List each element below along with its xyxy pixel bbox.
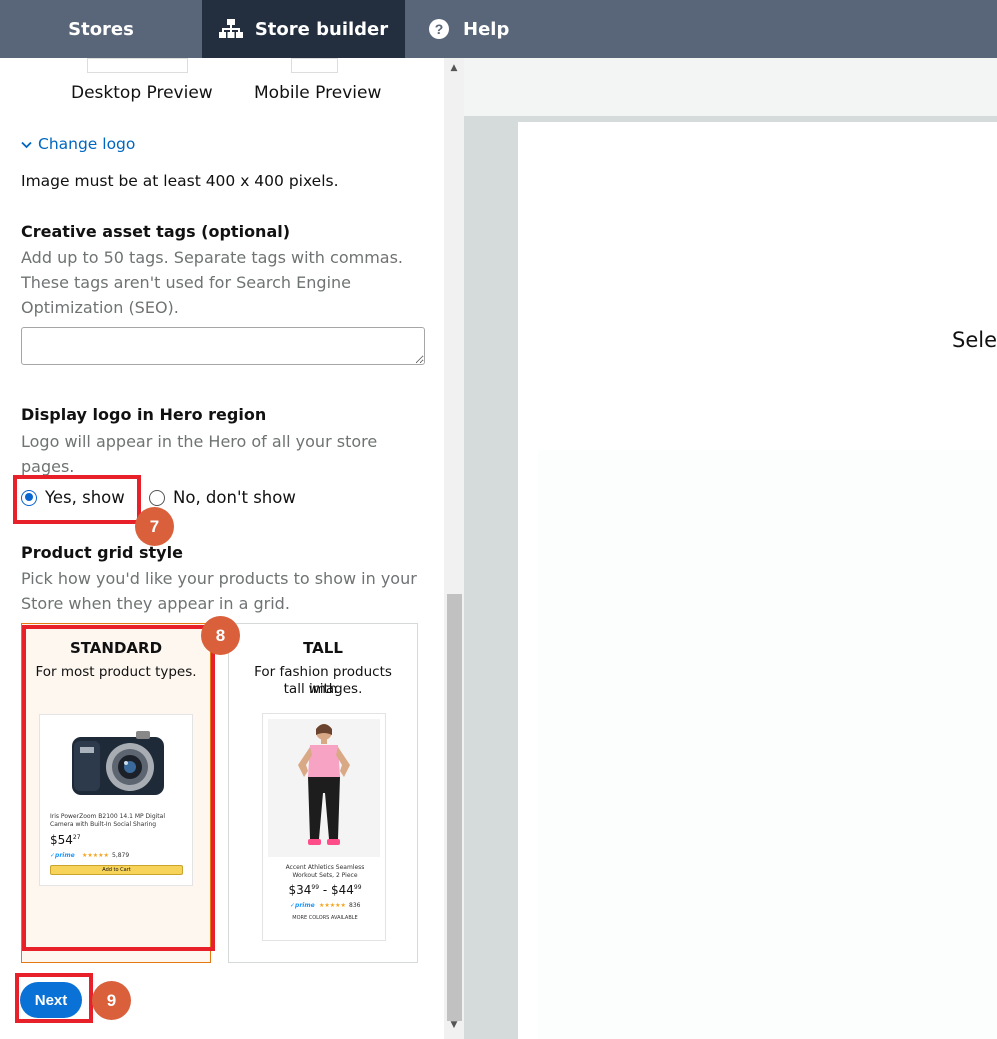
preview-toolbar xyxy=(464,58,997,116)
sitemap-icon xyxy=(218,17,243,41)
nav-tab-store-builder[interactable]: Store builder xyxy=(202,0,405,58)
annotation-badge-8: 8 xyxy=(201,616,240,655)
store-preview-pane: Sele xyxy=(464,58,997,1039)
mobile-preview-thumbnail[interactable] xyxy=(291,58,338,73)
nav-store-builder-label: Store builder xyxy=(254,18,389,40)
tall-product-name-line2: Workout Sets, 2 Piece xyxy=(292,872,358,879)
left-panel-scrollbar[interactable]: ▲ ▼ xyxy=(444,58,464,1039)
annotation-badge-7: 7 xyxy=(135,507,174,546)
desktop-preview-thumbnail[interactable] xyxy=(87,58,188,73)
hero-logo-heading: Display logo in Hero region xyxy=(21,405,267,424)
desktop-preview-label[interactable]: Desktop Preview xyxy=(71,83,213,103)
tall-card-title: TALL xyxy=(303,639,343,657)
tall-product-name-line1: Accent Athletics Seamless xyxy=(285,864,365,871)
nav-tab-stores[interactable]: Stores xyxy=(0,0,202,58)
help-icon: ? xyxy=(427,17,451,41)
scrollbar-thumb[interactable] xyxy=(447,594,462,1021)
creative-asset-tags-input[interactable] xyxy=(21,327,425,365)
tall-rating-count: 836 xyxy=(349,902,361,909)
tall-price-to-cents: 99 xyxy=(353,884,362,891)
preview-partial-text: Sele xyxy=(952,328,997,352)
store-settings-panel: Desktop Preview Mobile Preview Change lo… xyxy=(0,58,444,1039)
tall-price-to: - $44 xyxy=(319,883,354,897)
nav-stores-label: Stores xyxy=(68,18,134,40)
grid-style-tall-card[interactable]: TALL For fashion products with tall imag… xyxy=(228,623,418,963)
logo-requirement-text: Image must be at least 400 x 400 pixels. xyxy=(21,172,339,190)
nav-help-label: Help xyxy=(463,18,510,40)
tags-help-line2: These tags aren't used for Search Engine xyxy=(21,273,351,292)
tall-more-colors: MORE COLORS AVAILABLE xyxy=(292,915,358,921)
annotation-highlight-9 xyxy=(15,973,93,1023)
radio-no-show[interactable]: No, don't show xyxy=(149,488,296,507)
change-logo-label: Change logo xyxy=(38,135,136,153)
tall-card-desc-line2: tall images. xyxy=(283,681,363,697)
radio-no-show-label: No, don't show xyxy=(173,488,296,507)
fashion-model-image xyxy=(268,719,380,857)
radio-no-show-control[interactable] xyxy=(149,489,165,506)
preview-page: Sele xyxy=(518,122,997,1039)
hero-logo-help-line1: Logo will appear in the Hero of all your… xyxy=(21,432,378,451)
tall-price-main: $34 xyxy=(288,883,312,897)
preview-page-content xyxy=(538,450,997,1039)
top-navigation: Stores Store builder ? Help xyxy=(0,0,997,58)
scroll-down-arrow-icon[interactable]: ▼ xyxy=(448,1019,460,1031)
annotation-highlight-7 xyxy=(13,475,141,524)
star-rating-icon: ★★★★★ xyxy=(319,902,346,909)
grid-style-help-line1: Pick how you'd like your products to sho… xyxy=(21,569,417,588)
tags-heading: Creative asset tags (optional) xyxy=(21,222,291,241)
grid-style-heading: Product grid style xyxy=(21,543,183,562)
nav-tab-help[interactable]: ? Help xyxy=(405,0,509,58)
tall-product-price: $3499 - $4499 xyxy=(263,883,387,897)
chevron-down-icon xyxy=(21,135,32,153)
tall-product-preview: Accent Athletics Seamless Workout Sets, … xyxy=(262,713,386,941)
tall-prime-badge: ✓prime xyxy=(290,902,315,909)
tall-price-cents: 99 xyxy=(311,884,320,891)
grid-style-help-line2: Store when they appear in a grid. xyxy=(21,594,290,613)
scroll-up-arrow-icon[interactable]: ▲ xyxy=(448,62,460,74)
annotation-badge-9: 9 xyxy=(92,981,131,1020)
mobile-preview-label[interactable]: Mobile Preview xyxy=(254,83,381,103)
tags-help-line3: Optimization (SEO). xyxy=(21,298,179,317)
annotation-highlight-8 xyxy=(22,625,215,951)
svg-text:?: ? xyxy=(435,21,444,37)
change-logo-link[interactable]: Change logo xyxy=(21,135,135,153)
tags-help-line1: Add up to 50 tags. Separate tags with co… xyxy=(21,248,403,267)
